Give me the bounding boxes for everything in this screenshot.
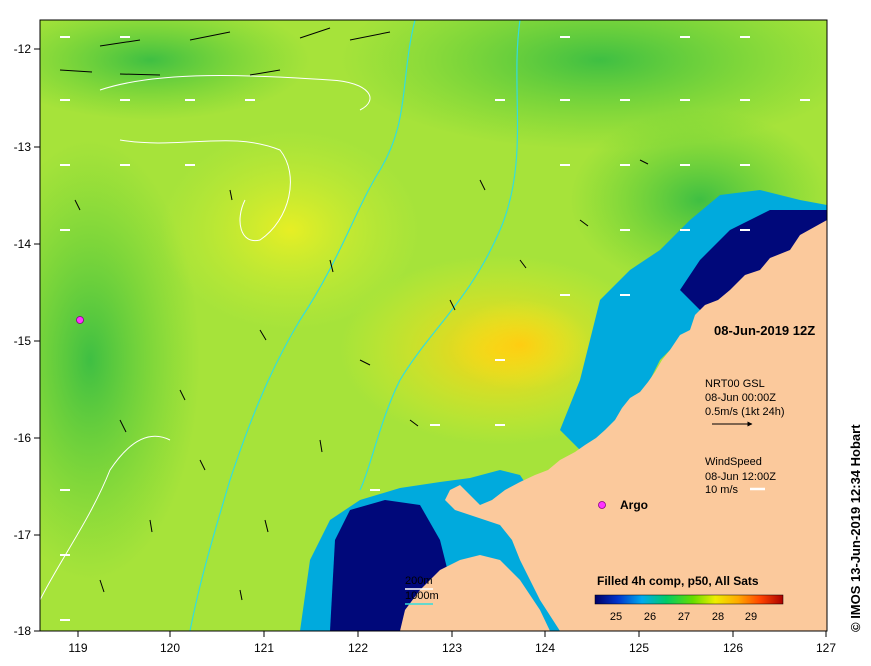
lat-tick-label: -12 [14, 42, 32, 56]
sst-map: -12 -13 -14 -15 -16 -17 -18 119 120 121 … [14, 19, 863, 655]
lon-tick-label: 127 [816, 641, 836, 655]
lon-tick-label: 123 [442, 641, 462, 655]
wind-legend-time: 08-Jun 12:00Z [705, 471, 776, 483]
lon-tick-label: 121 [254, 641, 274, 655]
argo-legend-label: Argo [620, 498, 648, 512]
current-legend-title: NRT00 GSL [705, 378, 765, 390]
lon-tick-label: 122 [348, 641, 368, 655]
plot-area [40, 20, 827, 631]
lon-tick-label: 124 [535, 641, 555, 655]
colorbar-tick: 25 [610, 611, 622, 623]
date-label: 08-Jun-2019 12Z [714, 323, 815, 338]
lat-tick-label: -16 [14, 431, 32, 445]
lat-axis: -12 -13 -14 -15 -16 -17 -18 [14, 42, 40, 638]
lat-tick-label: -17 [14, 528, 32, 542]
lat-tick-label: -13 [14, 140, 32, 154]
isobath-1000-label: 1000m [405, 590, 439, 602]
lon-tick-label: 125 [629, 641, 649, 655]
sst-warm-core [450, 300, 590, 390]
wind-legend-title: WindSpeed [705, 456, 762, 468]
colorbar-tick: 26 [644, 611, 656, 623]
colorbar-title: Filled 4h comp, p50, All Sats [597, 574, 759, 588]
colorbar-gradient [594, 594, 784, 605]
colorbar-tick: 29 [745, 611, 757, 623]
argo-float-marker[interactable] [76, 316, 84, 324]
sst-cool-north2 [40, 20, 310, 120]
current-legend-time: 08-Jun 00:00Z [705, 392, 776, 404]
argo-legend-marker [598, 501, 606, 509]
lat-tick-label: -14 [14, 237, 32, 251]
copyright-label: © IMOS 13-Jun-2019 12:34 Hobart [848, 424, 863, 632]
colorbar-tick: 28 [712, 611, 724, 623]
lon-axis: 119 120 121 122 123 124 125 126 127 [68, 631, 836, 655]
lon-tick-label: 126 [723, 641, 743, 655]
lat-tick-label: -15 [14, 334, 32, 348]
isobath-200-label: 200m [405, 575, 433, 587]
colorbar-tick: 27 [678, 611, 690, 623]
current-legend-scale: 0.5m/s (1kt 24h) [705, 406, 784, 418]
lon-tick-label: 120 [160, 641, 180, 655]
lon-tick-label: 119 [68, 641, 87, 655]
wind-legend-scale: 10 m/s [705, 484, 739, 496]
lat-tick-label: -18 [14, 624, 32, 638]
